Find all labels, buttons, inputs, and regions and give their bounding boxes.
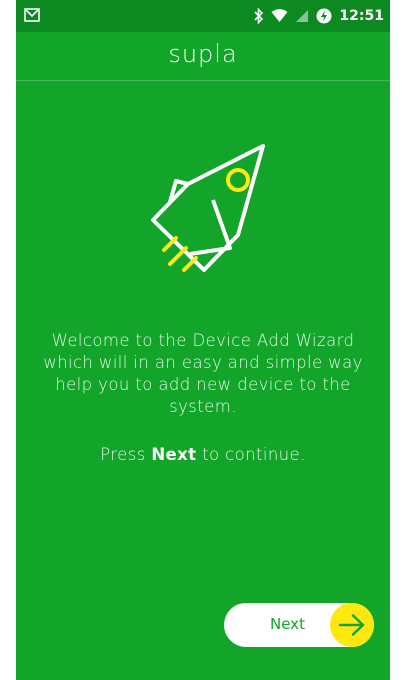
app-title: supla [168,40,238,68]
battery-saver-icon [316,8,332,24]
gmail-notification-icon [24,8,40,22]
press-next-instruction: Press Next to continue. [30,444,376,466]
wifi-icon [271,9,288,23]
next-button[interactable]: Next [224,603,374,647]
status-bar: 12:51 [16,0,390,32]
no-sim-icon [295,9,309,23]
press-suffix: to continue. [196,445,306,464]
status-icons: 12:51 [254,7,384,25]
status-time: 12:51 [339,8,384,24]
bluetooth-icon [254,7,264,25]
wizard-screen: 12:51 supla Welcome to the Device Add Wi… [16,0,390,680]
press-keyword: Next [151,445,197,464]
press-prefix: Press [100,445,152,464]
next-button-label: Next [270,615,305,633]
arrow-right-icon[interactable] [330,603,374,647]
app-header: supla [16,32,390,81]
welcome-message: Welcome to the Device Add Wizard which w… [43,331,363,416]
rocket-icon [130,140,280,290]
